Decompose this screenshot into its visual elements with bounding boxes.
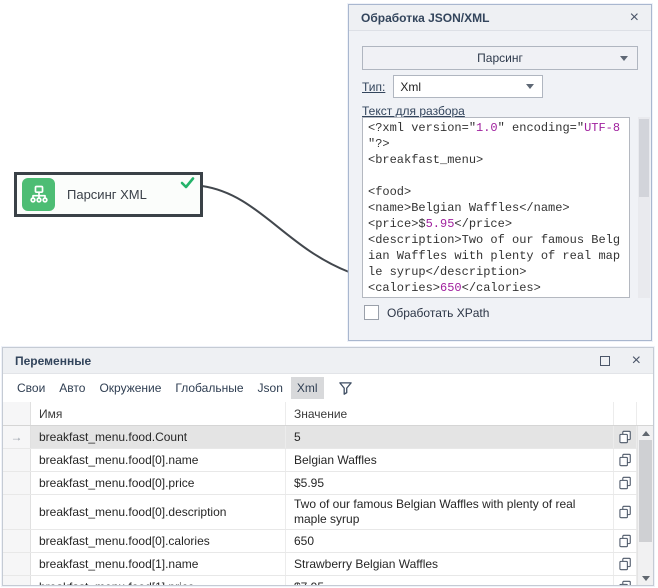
variable-name: breakfast_menu.food.Count	[31, 426, 286, 448]
variable-name: breakfast_menu.food[0].price	[31, 472, 286, 494]
header-scroll-col	[637, 402, 653, 425]
variable-value: Two of our famous Belgian Waffles with p…	[286, 495, 614, 529]
variable-name: breakfast_menu.food[1].name	[31, 553, 286, 575]
sitemap-icon	[22, 178, 55, 211]
tab-глобальные[interactable]: Глобальные	[169, 377, 249, 399]
table-row[interactable]: breakfast_menu.food[0].description Two o…	[3, 495, 653, 530]
properties-body: Парсинг Тип: Xml Текст для разбора <?xml…	[349, 31, 651, 341]
variable-value: 5	[286, 426, 614, 448]
variables-panel-title: Переменные	[15, 354, 600, 368]
xml-source-textarea[interactable]: <?xml version="1.0" encoding="UTF-8"?><b…	[362, 117, 630, 298]
xml-code-line: </food>	[368, 296, 629, 298]
node-label: Парсинг XML	[67, 187, 147, 202]
copy-icon[interactable]	[614, 495, 637, 529]
xml-code-line	[368, 168, 629, 184]
row-gutter: →	[3, 426, 31, 448]
table-row[interactable]: breakfast_menu.food[1].name Strawberry B…	[3, 553, 653, 576]
header-copy-col	[614, 402, 637, 425]
xml-code-line: <name>Belgian Waffles</name>	[368, 200, 629, 216]
row-gutter	[3, 449, 31, 471]
scroll-down-icon[interactable]	[638, 571, 653, 585]
table-row[interactable]: → breakfast_menu.food.Count 5	[3, 426, 653, 449]
xml-code-line: <price>$5.95</price>	[368, 216, 629, 232]
table-scrollbar-thumb[interactable]	[639, 440, 652, 542]
copy-icon[interactable]	[614, 553, 637, 575]
copy-icon[interactable]	[614, 530, 637, 552]
row-gutter	[3, 530, 31, 552]
table-row[interactable]: breakfast_menu.food[0].calories 650	[3, 530, 653, 553]
textarea-scrollbar[interactable]	[638, 117, 650, 298]
variables-panel: Переменные × СвоиАвтоОкружениеГлобальные…	[2, 347, 654, 586]
variables-tabs: СвоиАвтоОкружениеГлобальныеJsonXml	[3, 374, 653, 402]
filter-icon[interactable]	[338, 381, 353, 396]
copy-icon[interactable]	[614, 472, 637, 494]
type-dropdown[interactable]: Xml	[393, 75, 543, 98]
table-row[interactable]: breakfast_menu.food[1].price $7.95	[3, 576, 653, 585]
copy-icon[interactable]	[614, 426, 637, 448]
tab-свои[interactable]: Свои	[11, 377, 51, 399]
chevron-down-icon	[620, 56, 628, 61]
tab-окружение[interactable]: Окружение	[93, 377, 167, 399]
variable-name: breakfast_menu.food[1].price	[31, 576, 286, 585]
parse-text-link[interactable]: Текст для разбора	[362, 104, 465, 118]
copy-icon[interactable]	[614, 576, 637, 585]
row-gutter	[3, 576, 31, 585]
variable-value: Strawberry Belgian Waffles	[286, 553, 614, 575]
workflow-node-parsing-xml[interactable]: Парсинг XML	[14, 172, 203, 217]
row-gutter	[3, 553, 31, 575]
xml-code-line: <calories>650</calories>	[368, 280, 629, 296]
table-header: Имя Значение	[3, 402, 653, 426]
tab-json[interactable]: Json	[252, 377, 289, 399]
properties-panel: Обработка JSON/XML × Парсинг Тип: Xml Те…	[348, 4, 652, 341]
variable-value: $5.95	[286, 472, 614, 494]
row-gutter	[3, 472, 31, 494]
xml-code-line: "?>	[368, 136, 629, 152]
tab-авто[interactable]: Авто	[53, 377, 91, 399]
maximize-icon[interactable]	[600, 356, 610, 366]
xpath-option-row: Обработать XPath	[364, 305, 489, 320]
variable-name: breakfast_menu.food[0].description	[31, 495, 286, 529]
xml-code-line: le syrup</description>	[368, 264, 629, 280]
variable-value: Belgian Waffles	[286, 449, 614, 471]
table-scrollbar[interactable]	[637, 426, 653, 585]
xml-code-line: <description>Two of our famous Belg	[368, 232, 629, 248]
action-dropdown[interactable]: Парсинг	[362, 46, 638, 70]
table-rows-area: → breakfast_menu.food.Count 5 breakfast_…	[3, 426, 653, 585]
type-dropdown-value: Xml	[400, 80, 421, 94]
type-label: Тип:	[362, 80, 385, 94]
variable-name: breakfast_menu.food[0].name	[31, 449, 286, 471]
variable-value: $7.95	[286, 576, 614, 585]
row-gutter	[3, 495, 31, 529]
variable-value: 650	[286, 530, 614, 552]
column-header-name[interactable]: Имя	[31, 402, 286, 425]
tab-xml[interactable]: Xml	[291, 377, 324, 399]
xml-code-line: <breakfast_menu>	[368, 152, 629, 168]
close-icon[interactable]: ×	[630, 10, 639, 26]
properties-titlebar: Обработка JSON/XML ×	[349, 5, 651, 31]
table-row[interactable]: breakfast_menu.food[0].name Belgian Waff…	[3, 449, 653, 472]
textarea-scrollbar-thumb[interactable]	[639, 119, 649, 197]
xpath-checkbox-label: Обработать XPath	[387, 306, 489, 320]
success-check-icon	[180, 176, 195, 195]
column-header-value[interactable]: Значение	[286, 402, 614, 425]
variables-titlebar: Переменные ×	[3, 348, 653, 374]
xpath-checkbox[interactable]	[364, 305, 379, 320]
header-gutter	[3, 402, 31, 425]
copy-icon[interactable]	[614, 449, 637, 471]
type-row: Тип: Xml	[362, 75, 543, 98]
scroll-up-icon[interactable]	[638, 426, 653, 440]
variable-name: breakfast_menu.food[0].calories	[31, 530, 286, 552]
xml-code-line: <?xml version="1.0" encoding="UTF-8	[368, 120, 629, 136]
properties-panel-title: Обработка JSON/XML	[361, 11, 630, 25]
close-icon[interactable]: ×	[632, 353, 641, 369]
chevron-down-icon	[526, 84, 534, 89]
xml-code-line: <food>	[368, 184, 629, 200]
table-row[interactable]: breakfast_menu.food[0].price $5.95	[3, 472, 653, 495]
action-dropdown-value: Парсинг	[477, 51, 523, 65]
xml-code-line: ian Waffles with plenty of real map	[368, 248, 629, 264]
